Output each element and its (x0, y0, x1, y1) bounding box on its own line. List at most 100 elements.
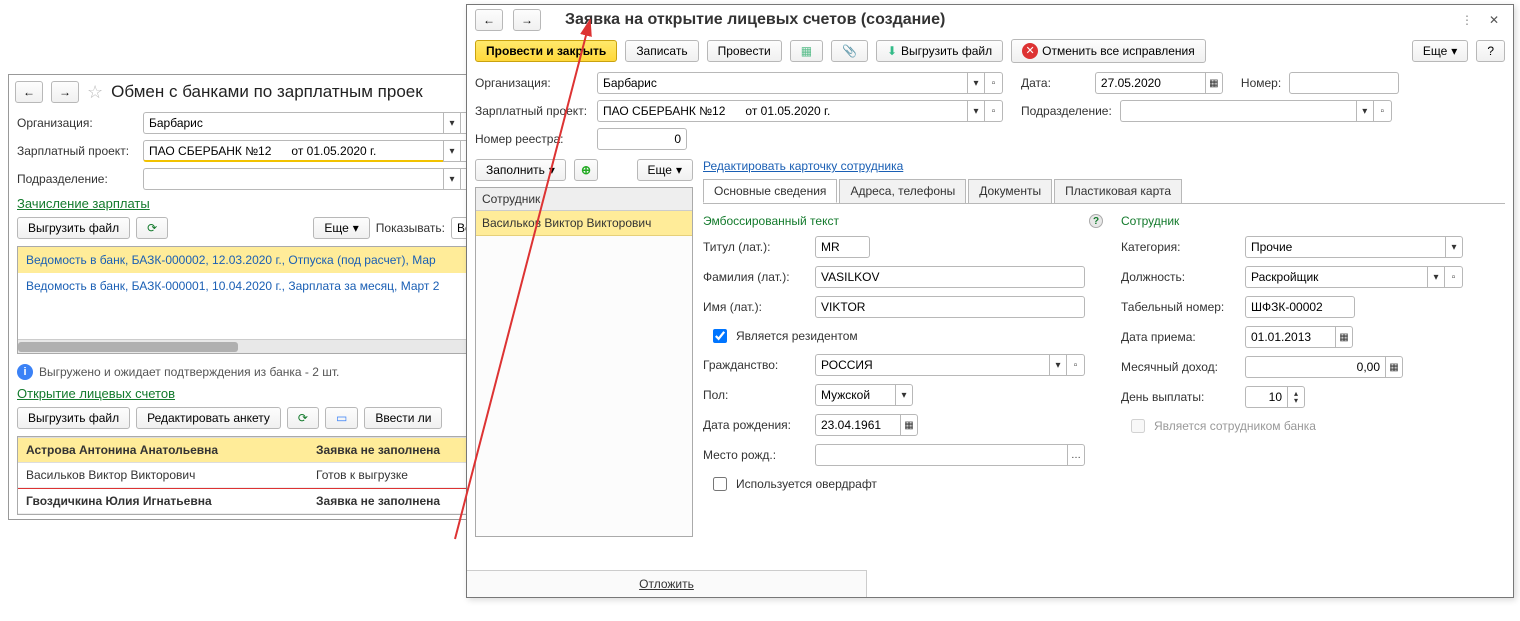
post-button[interactable]: Провести (707, 40, 782, 62)
org-input[interactable] (597, 72, 967, 94)
birth-input[interactable] (815, 414, 900, 436)
resident-checkbox[interactable]: Является резидентом (709, 326, 858, 346)
open-icon[interactable]: ▫ (1067, 354, 1085, 376)
hire-input[interactable] (1245, 326, 1335, 348)
section-credit-link[interactable]: Зачисление зарплаты (17, 196, 150, 211)
edit-card-link[interactable]: Редактировать карточку сотрудника (703, 159, 903, 173)
open-icon[interactable]: ▫ (1374, 100, 1392, 122)
birth-label: Дата рождения: (703, 418, 809, 432)
tabnum-input[interactable] (1245, 296, 1355, 318)
surname-lat-input[interactable] (815, 266, 1085, 288)
org-label: Организация: (475, 76, 589, 90)
overdraft-checkbox[interactable]: Используется овердрафт (709, 474, 877, 494)
dept-input[interactable] (1120, 100, 1356, 122)
refresh-button-2[interactable]: ⟳ (287, 407, 319, 429)
more-button[interactable]: Еще ▾ (313, 217, 369, 239)
add-button[interactable]: ⊕ (574, 159, 598, 181)
back-button[interactable]: ← (15, 81, 43, 103)
dropdown-icon[interactable]: ▾ (1049, 354, 1067, 376)
org-input[interactable] (143, 112, 443, 134)
sex-input[interactable] (815, 384, 895, 406)
list-item[interactable]: Ведомость в банк, БАЗК-000001, 10.04.202… (18, 273, 478, 299)
tab-documents[interactable]: Документы (968, 179, 1052, 203)
employee-group-title: Сотрудник (1121, 214, 1481, 228)
tab-card[interactable]: Пластиковая карта (1054, 179, 1182, 203)
open-icon[interactable]: ▫ (985, 72, 1003, 94)
dropdown-icon[interactable]: ▾ (967, 100, 985, 122)
forward-button[interactable]: → (513, 9, 541, 31)
save-button[interactable]: Записать (625, 40, 698, 62)
ellipsis-icon[interactable]: … (1067, 444, 1085, 466)
more-button[interactable]: Еще ▾ (1412, 40, 1468, 62)
number-input[interactable] (1289, 72, 1399, 94)
scrollbar-thumb[interactable] (18, 342, 238, 352)
attach-icon-button[interactable]: 📎 (831, 40, 868, 62)
emp-name-cell: Васильков Виктор Викторович (18, 463, 308, 488)
tab-addresses[interactable]: Адреса, телефоны (839, 179, 966, 203)
income-input[interactable] (1245, 356, 1385, 378)
menu-dots-icon[interactable]: ⋮ (1461, 13, 1473, 27)
category-input[interactable] (1245, 236, 1445, 258)
date-input[interactable] (1095, 72, 1205, 94)
bank-employee-checkbox[interactable]: Является сотрудником банка (1127, 416, 1316, 436)
table-row[interactable]: Гвоздичкина Юлия Игнатьевна Заявка не за… (18, 489, 478, 514)
upload-file-button-2[interactable]: Выгрузить файл (17, 407, 130, 429)
birthplace-input[interactable] (815, 444, 1067, 466)
position-input[interactable] (1245, 266, 1427, 288)
embossed-group-title: Эмбоссированный текст (703, 214, 839, 228)
income-label: Месячный доход: (1121, 360, 1239, 374)
help-hint-icon[interactable]: ? (1089, 214, 1103, 228)
emp-status-cell: Заявка не заполнена (308, 489, 478, 514)
edit-form-button[interactable]: Редактировать анкету (136, 407, 281, 429)
open-icon[interactable]: ▫ (1445, 266, 1463, 288)
enter-button[interactable]: Ввести ли (364, 407, 442, 429)
category-label: Категория: (1121, 240, 1239, 254)
name-lat-input[interactable] (815, 296, 1085, 318)
card-icon-button[interactable]: ▭ (325, 407, 358, 429)
table-row[interactable]: Астрова Антонина Анатольевна Заявка не з… (18, 437, 478, 463)
proj-input[interactable] (597, 100, 967, 122)
dropdown-icon[interactable]: ▾ (443, 140, 461, 162)
dropdown-icon[interactable]: ▾ (1356, 100, 1374, 122)
report-icon-button[interactable]: ▦ (790, 40, 823, 62)
citizenship-input[interactable] (815, 354, 1049, 376)
emp-list-item[interactable]: Васильков Виктор Викторович (476, 211, 692, 236)
favorite-star-icon[interactable]: ☆ (87, 82, 103, 103)
calendar-icon[interactable]: ▦ (900, 414, 918, 436)
refresh-button[interactable]: ⟳ (136, 217, 168, 239)
payday-input[interactable] (1245, 386, 1287, 408)
title-lat-input[interactable] (815, 236, 870, 258)
help-button[interactable]: ? (1476, 40, 1505, 62)
export-file-button[interactable]: ⬇ Выгрузить файл (876, 40, 1003, 62)
spinner-icon[interactable]: ▴▾ (1287, 386, 1305, 408)
upload-file-button[interactable]: Выгрузить файл (17, 217, 130, 239)
forward-button[interactable]: → (51, 81, 79, 103)
post-and-close-button[interactable]: Провести и закрыть (475, 40, 617, 62)
surname-lat-label: Фамилия (лат.): (703, 270, 809, 284)
back-button[interactable]: ← (475, 9, 503, 31)
calc-icon[interactable]: ▦ (1385, 356, 1403, 378)
table-row[interactable]: Васильков Виктор Викторович Готов к выгр… (18, 463, 478, 489)
more-button[interactable]: Еще ▾ (637, 159, 693, 181)
calendar-icon[interactable]: ▦ (1205, 72, 1223, 94)
dropdown-icon[interactable]: ▾ (1445, 236, 1463, 258)
fill-button[interactable]: Заполнить ▾ (475, 159, 566, 181)
calendar-icon[interactable]: ▦ (1335, 326, 1353, 348)
section-open-link[interactable]: Открытие лицевых счетов (17, 386, 175, 401)
list-item[interactable]: Ведомость в банк, БАЗК-000002, 12.03.202… (18, 247, 478, 273)
registry-input[interactable] (597, 128, 687, 150)
proj-label: Зарплатный проект: (17, 144, 137, 158)
dropdown-icon[interactable]: ▾ (1427, 266, 1445, 288)
open-icon[interactable]: ▫ (985, 100, 1003, 122)
dept-input[interactable] (143, 168, 443, 190)
open-account-request-dialog: ← → Заявка на открытие лицевых счетов (с… (466, 4, 1514, 598)
close-icon[interactable]: ✕ (1483, 13, 1505, 27)
dropdown-icon[interactable]: ▾ (443, 112, 461, 134)
defer-link[interactable]: Отложить (639, 577, 694, 591)
dropdown-icon[interactable]: ▾ (443, 168, 461, 190)
proj-input[interactable] (143, 140, 443, 162)
dropdown-icon[interactable]: ▾ (895, 384, 913, 406)
cancel-fixes-button[interactable]: ✕ Отменить все исправления (1011, 39, 1206, 63)
tab-main-info[interactable]: Основные сведения (703, 179, 837, 203)
dropdown-icon[interactable]: ▾ (967, 72, 985, 94)
